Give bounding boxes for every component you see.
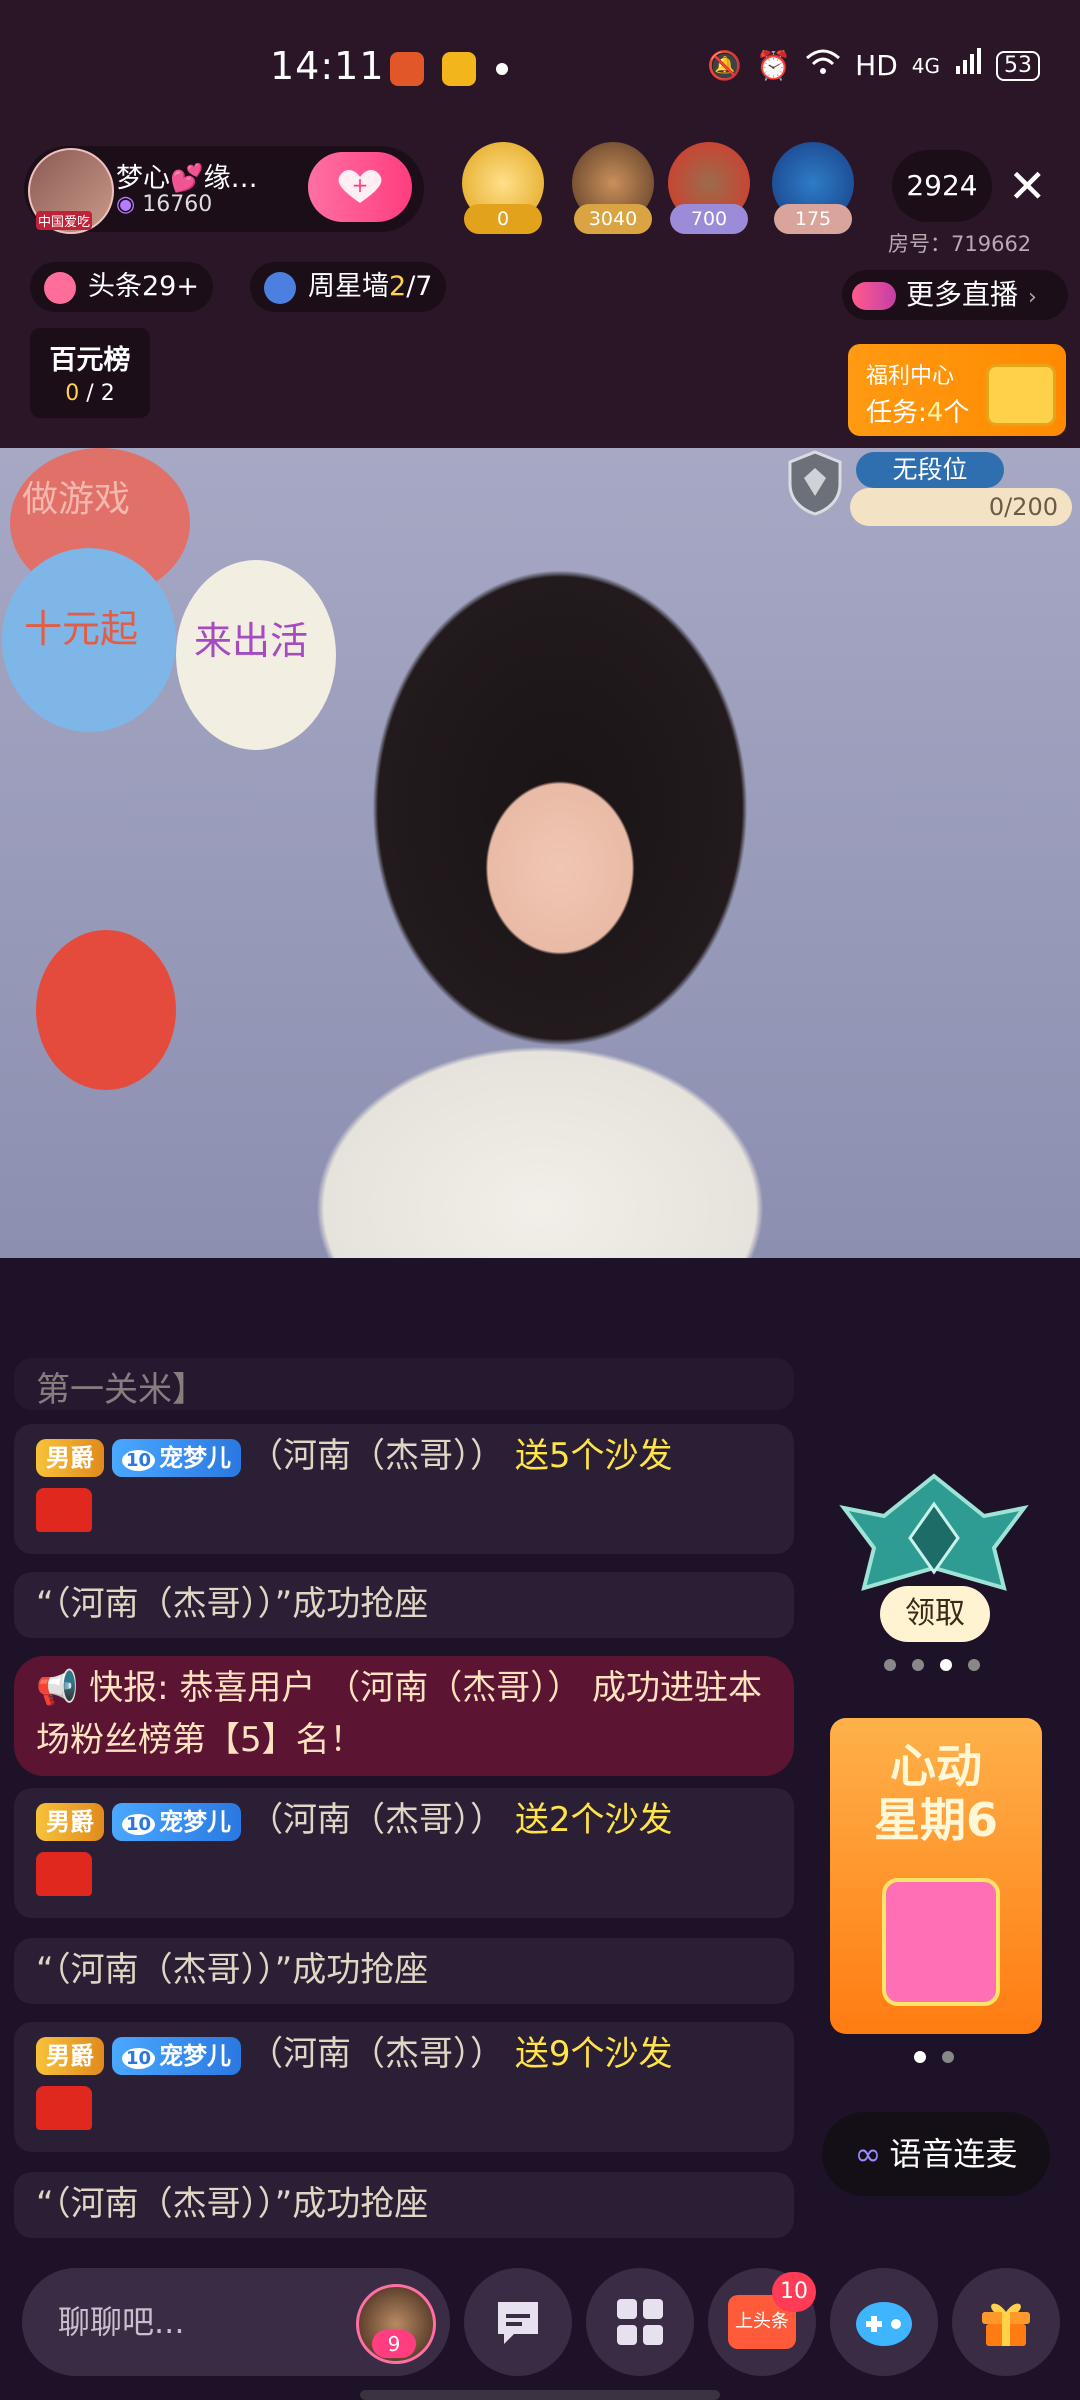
star-wall-pill[interactable]: 周星墙2/7 [250,262,447,312]
welfare-title: 福利中心 [866,364,955,389]
hundred-yuan-board[interactable]: 百元榜 0 / 2 [30,328,150,418]
voice-connect-button[interactable]: ∞ 语音连麦 [822,2112,1050,2196]
gift-action: 送9个沙发 [514,2034,673,2074]
tier-progress: 0/200 [850,488,1072,526]
chat-message[interactable]: “（河南（杰哥））”成功抢座 [14,2172,794,2238]
rank-value-4: 175 [774,204,852,234]
rank-value-1: 0 [464,204,542,234]
welfare-tasks: 任务:4个 [866,398,970,428]
chat-bubble-icon [498,2302,538,2344]
mute-icon: 🔕 [707,49,743,82]
more-notifications-icon [496,63,508,75]
gift-action: 送5个沙发 [514,1436,673,1476]
balloon-text-2: 十元起 [24,607,139,651]
app-notification-icon [390,52,424,86]
headline-pill[interactable]: 头条29+ [30,262,213,312]
status-icons: 🔕 ⏰ HD 4G 53 [707,48,1040,83]
notification-badge: 10 [772,2272,816,2312]
gift-box-icon [882,1878,1000,2006]
gift-button[interactable] [952,2268,1060,2376]
home-indicator[interactable] [360,2390,720,2400]
board-progress: 0 / 2 [65,381,115,406]
chat-message[interactable]: 男爵 10 宠梦儿 （河南（杰哥）） 送5个沙发 [14,1424,794,1554]
chat-message[interactable]: “（河南（杰哥））”成功抢座 [14,1572,794,1638]
sofa-icon [36,1487,92,1532]
promo-line-2: 星期6 [873,1793,998,1847]
balloon-text-3: 来出活 [194,619,309,663]
chat-message-cut: 第一关米】 [14,1358,794,1410]
chat-message[interactable]: “（河南（杰哥））”成功抢座 [14,1938,794,2004]
chat-message[interactable]: 男爵 10 宠梦儿 （河南（杰哥）） 送9个沙发 [14,2022,794,2152]
chat-username[interactable]: （河南（杰哥）） [249,2034,504,2074]
wifi-icon [805,48,841,83]
status-time: 14:11 [270,44,385,88]
anchor-avatar[interactable]: 中国爱吃 [28,148,114,234]
flame-icon [44,271,76,304]
alarm-icon: ⏰ [756,49,792,82]
duke-badge: 男爵 [36,1438,104,1477]
carousel-dots [884,1656,996,1675]
close-icon[interactable]: ✕ [1008,158,1047,214]
heart-plus-icon: + [338,170,382,203]
shield-icon [786,450,844,516]
fan-badge: 10 宠梦儿 [112,1438,242,1477]
anchor-name: 梦心💕缘… [116,163,258,194]
avatar-tag: 中国爱吃 [36,211,93,230]
fan-badge: 10 宠梦儿 [112,1802,242,1841]
rank-value-3: 700 [670,204,748,234]
svg-text:+: + [352,173,369,197]
claim-button[interactable]: 领取 [880,1586,990,1642]
link-icon: ∞ [854,2135,882,2173]
balloon-red-2 [36,930,176,1090]
app-notification-icon-2 [442,52,476,86]
star-icon [264,271,296,304]
sofa-icon [36,2085,92,2130]
signal-label: 4G [911,53,940,78]
tier-label[interactable]: 无段位 [856,452,1004,488]
anchor-fans-count: ◉ 16760 [116,192,213,217]
follow-button[interactable]: + [308,152,412,222]
live-icon [852,282,896,310]
promo-banner[interactable]: 心动 星期6 [830,1718,1042,2034]
megaphone-icon: 📢 [36,1668,79,1708]
chat-username[interactable]: （河南（杰哥）） [249,1436,504,1476]
network-label: HD [855,49,898,82]
more-live-button[interactable]: 更多直播 › [842,270,1068,320]
balloon-text-1: 做游戏 [22,479,131,520]
sofa-icon [36,1851,92,1896]
grid-icon [617,2299,663,2345]
game-button[interactable] [830,2268,938,2376]
gift-icon [982,2303,1030,2346]
battery-indicator: 53 [996,50,1040,81]
rank-value-2: 3040 [574,204,652,234]
room-number: 房号：719662 [888,232,1032,256]
promo-dots [914,2048,970,2067]
chat-username[interactable]: （河南（杰哥）） [249,1800,504,1840]
gift-action: 送2个沙发 [514,1800,673,1840]
welfare-center[interactable]: 福利中心 任务:4个 [848,344,1066,436]
signal-icon [954,48,982,83]
avatar-count-badge: 9 [372,2330,416,2358]
chat-notice[interactable]: 📢 快报: 恭喜用户 （河南（杰哥）） 成功进驻本场粉丝榜第【5】名！ [14,1656,794,1776]
duke-badge: 男爵 [36,2036,104,2075]
viewer-count[interactable]: 2924 [892,150,992,222]
duke-badge: 男爵 [36,1802,104,1841]
treasure-chest-icon [986,364,1056,426]
chevron-right-icon: › [1028,285,1037,310]
fan-badge: 10 宠梦儿 [112,2036,242,2075]
fans-icon: ◉ [116,192,136,217]
board-title: 百元榜 [49,345,131,376]
message-button[interactable] [464,2268,572,2376]
more-apps-button[interactable] [586,2268,694,2376]
chat-message[interactable]: 男爵 10 宠梦儿 （河南（杰哥）） 送2个沙发 [14,1788,794,1918]
game-controller-icon [856,2302,912,2346]
